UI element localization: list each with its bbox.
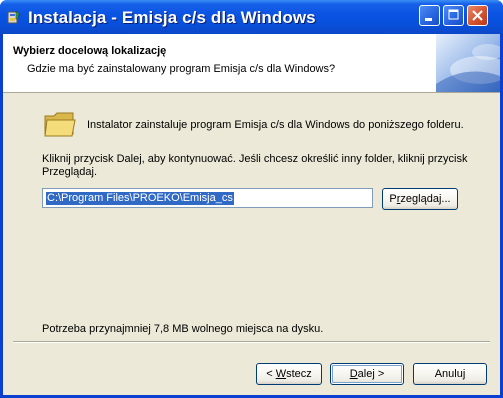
- close-button[interactable]: [467, 5, 488, 26]
- install-instruction: Kliknij przycisk Dalej, aby kontynuować.…: [42, 153, 468, 178]
- separator-light: [13, 342, 490, 343]
- next-button[interactable]: Dalej >: [330, 363, 404, 385]
- back-label-accel: W: [275, 368, 287, 380]
- minimize-button[interactable]: [419, 5, 440, 26]
- destination-path-input[interactable]: C:\Program Files\PROEKO\Emisja_cs: [42, 188, 373, 208]
- wizard-header: Wybierz docelową lokalizację Gdzie ma by…: [3, 34, 500, 93]
- maximize-icon: [448, 9, 459, 20]
- window-title: Instalacja - Emisja c/s dla Windows: [28, 8, 316, 27]
- browse-label-pre: P: [389, 193, 397, 205]
- back-button[interactable]: < Wstecz: [256, 363, 322, 385]
- disk-space-text: Potrzeba przynajmniej 7,8 MB wolnego mie…: [42, 323, 324, 335]
- next-label-accel: D: [349, 368, 358, 380]
- browse-button[interactable]: Przeglądaj...: [382, 188, 458, 210]
- maximize-button[interactable]: [443, 5, 464, 26]
- page-title: Wybierz docelową lokalizację: [13, 45, 167, 57]
- install-description: Instalator zainstaluje program Emisja c/…: [87, 119, 464, 131]
- minimize-icon: [425, 18, 432, 21]
- back-label-post: stecz: [286, 368, 312, 380]
- title-bar[interactable]: Instalacja - Emisja c/s dla Windows: [0, 0, 503, 34]
- next-label-post: alej >: [357, 368, 385, 380]
- installer-window: Instalacja - Emisja c/s dla Windows Wybi…: [0, 0, 503, 398]
- installer-icon[interactable]: [6, 9, 22, 25]
- close-icon: [472, 10, 483, 21]
- browse-label-post: zeglądaj...: [400, 193, 451, 205]
- page-subtitle: Gdzie ma być zainstalowany program Emisj…: [27, 63, 336, 75]
- dialog-client: Wybierz docelową lokalizację Gdzie ma by…: [3, 34, 500, 395]
- folder-icon: [44, 112, 76, 137]
- installer-banner-image: [436, 34, 500, 92]
- destination-path-value: C:\Program Files\PROEKO\Emisja_cs: [46, 192, 234, 205]
- back-label-pre: <: [266, 368, 276, 380]
- cancel-button[interactable]: Anuluj: [413, 363, 487, 385]
